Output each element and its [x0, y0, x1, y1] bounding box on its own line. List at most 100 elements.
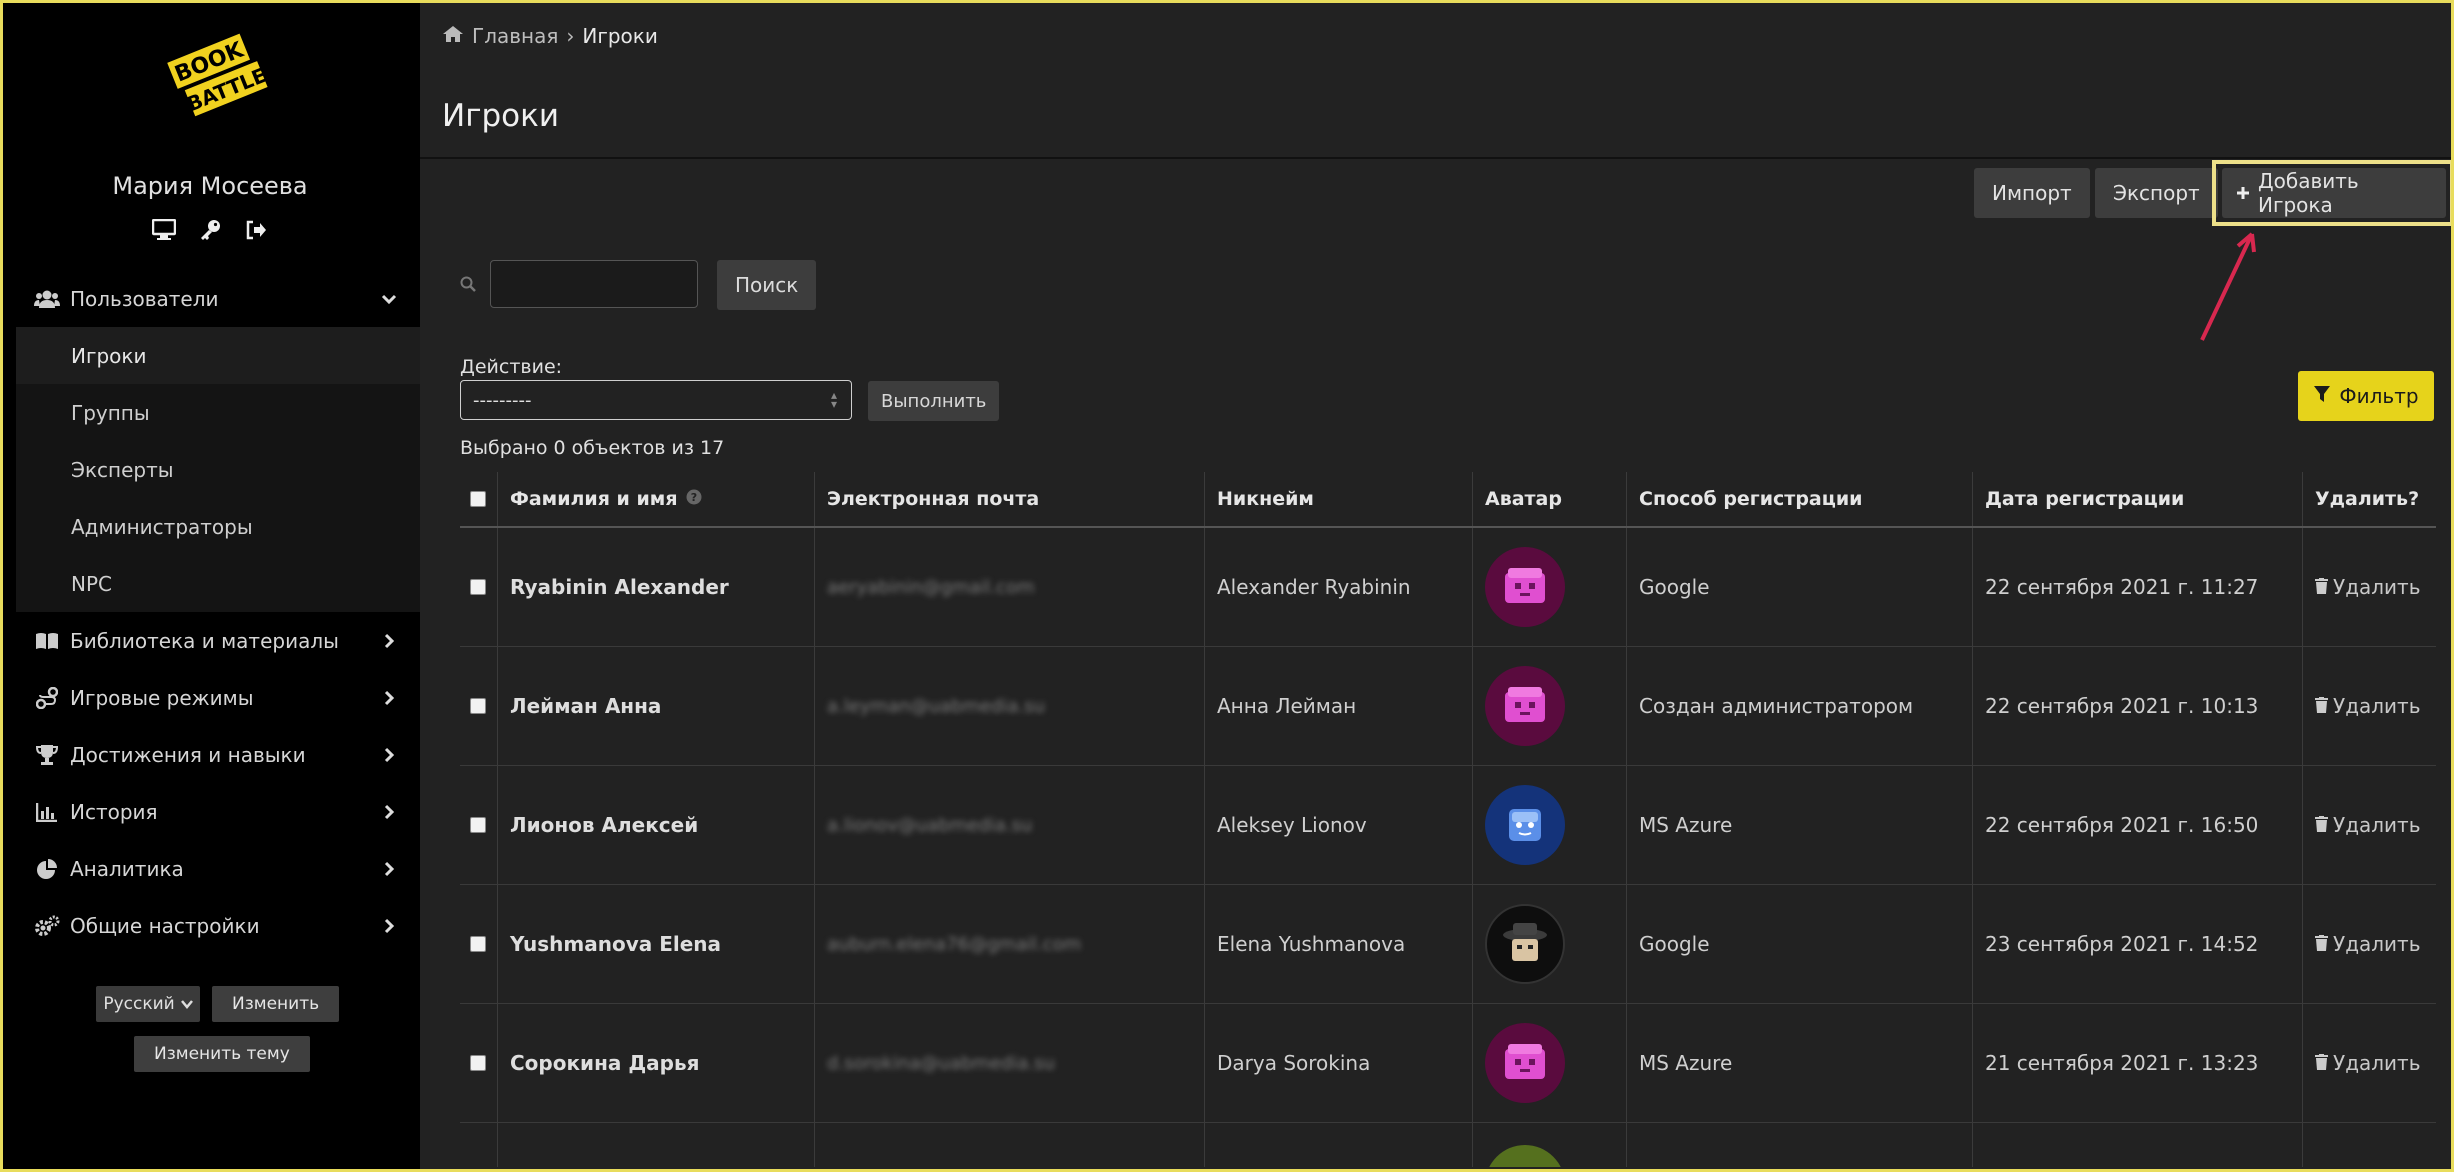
- sidebar-item-experts[interactable]: Эксперты: [16, 441, 420, 498]
- table-cell: [815, 1123, 1205, 1167]
- column-header-registration-method[interactable]: Способ регистрации: [1627, 472, 1973, 526]
- book-battle-logo[interactable]: BOOK BATTLE: [160, 32, 270, 122]
- chevron-down-icon: [380, 289, 398, 307]
- delete-link[interactable]: Удалить: [2315, 932, 2421, 956]
- sidebar-item-label: Аналитика: [70, 856, 184, 881]
- language-row: Русский Изменить: [96, 986, 340, 1022]
- player-nickname: Alexander Ryabinin: [1205, 528, 1473, 646]
- email-cell: aeryabinin@gmail.com: [815, 528, 1205, 646]
- registration-date: 22 сентября 2021 г. 11:27: [1973, 528, 2303, 646]
- row-select-cell: [460, 1004, 498, 1122]
- player-nickname: Elena Yushmanova: [1205, 885, 1473, 1003]
- search-input[interactable]: [490, 260, 698, 308]
- sidebar-item-library[interactable]: Библиотека и материалы: [16, 612, 420, 669]
- search-icon: [460, 276, 476, 292]
- player-name-link[interactable]: Сорокина Дарья: [498, 1004, 815, 1122]
- search-button[interactable]: Поиск: [717, 260, 817, 310]
- avatar: [1485, 1023, 1565, 1103]
- user-name: Мария Мосеева: [112, 172, 308, 200]
- row-checkbox[interactable]: [470, 936, 486, 952]
- pie-chart-icon: [34, 858, 60, 880]
- delete-link[interactable]: Удалить: [2315, 575, 2421, 599]
- sidebar-item-players[interactable]: Игроки: [16, 327, 420, 384]
- sidebar-item-achievements[interactable]: Достижения и навыки: [16, 726, 420, 783]
- row-checkbox[interactable]: [470, 817, 486, 833]
- breadcrumb-home-link[interactable]: Главная: [472, 24, 558, 48]
- trash-icon: [2315, 575, 2328, 599]
- delete-label: Удалить: [2333, 575, 2421, 599]
- column-header-nickname[interactable]: Никнейм: [1205, 472, 1473, 526]
- player-name-link[interactable]: Ryabinin Alexander: [498, 528, 815, 646]
- export-button[interactable]: Экспорт: [2095, 168, 2218, 218]
- row-checkbox[interactable]: [470, 698, 486, 714]
- avatar: [1485, 904, 1565, 984]
- delete-link[interactable]: Удалить: [2315, 813, 2421, 837]
- sign-out-icon[interactable]: [244, 218, 268, 242]
- sidebar-item-game-modes[interactable]: Игровые режимы: [16, 669, 420, 726]
- chevron-down-icon: [180, 994, 193, 1014]
- avatar: [1485, 547, 1565, 627]
- sidebar-item-general-settings[interactable]: Общие настройки: [16, 897, 420, 954]
- delete-link[interactable]: Удалить: [2315, 694, 2421, 718]
- import-button[interactable]: Импорт: [1974, 168, 2090, 218]
- sidebar-item-analytics[interactable]: Аналитика: [16, 840, 420, 897]
- select-all-checkbox[interactable]: [470, 491, 486, 507]
- change-theme-button[interactable]: Изменить тему: [134, 1036, 310, 1072]
- delete-label: Удалить: [2333, 932, 2421, 956]
- table-header: Фамилия и имя ? Электронная почта Никней…: [460, 472, 2436, 528]
- delete-cell: Удалить: [2303, 885, 2436, 1003]
- chevron-right-icon: [380, 631, 398, 649]
- row-checkbox[interactable]: [470, 1055, 486, 1071]
- monitor-icon[interactable]: [152, 218, 176, 242]
- delete-cell: Удалить: [2303, 647, 2436, 765]
- delete-label: Удалить: [2333, 1051, 2421, 1075]
- players-table: Фамилия и имя ? Электронная почта Никней…: [460, 472, 2436, 1167]
- avatar-cell: [1473, 528, 1627, 646]
- row-checkbox[interactable]: [470, 579, 486, 595]
- column-header-registration-date[interactable]: Дата регистрации: [1973, 472, 2303, 526]
- trash-icon: [2315, 813, 2328, 837]
- sidebar-item-groups[interactable]: Группы: [16, 384, 420, 441]
- chevron-right-icon: [380, 802, 398, 820]
- avatar: [1485, 1145, 1565, 1167]
- column-header-name[interactable]: Фамилия и имя ?: [498, 472, 815, 526]
- language-value: Русский: [103, 994, 175, 1014]
- trophy-icon: [34, 744, 60, 766]
- filter-label: Фильтр: [2339, 384, 2419, 408]
- chevron-right-icon: [380, 745, 398, 763]
- player-name-link[interactable]: Yushmanova Elena: [498, 885, 815, 1003]
- delete-cell: Удалить: [2303, 528, 2436, 646]
- key-icon[interactable]: [198, 218, 222, 242]
- column-header-email[interactable]: Электронная почта: [815, 472, 1205, 526]
- divider: [420, 157, 2454, 159]
- filter-button[interactable]: Фильтр: [2298, 371, 2434, 421]
- change-language-button[interactable]: Изменить: [212, 986, 340, 1022]
- language-select[interactable]: Русский: [96, 986, 200, 1022]
- sidebar-item-npc[interactable]: NPC: [16, 555, 420, 612]
- row-select-cell: [460, 1123, 498, 1167]
- action-label: Действие:: [460, 356, 563, 378]
- delete-label: Удалить: [2333, 813, 2421, 837]
- sidebar-item-administrators[interactable]: Администраторы: [16, 498, 420, 555]
- registration-method: MS Azure: [1627, 1004, 1973, 1122]
- sidebar-item-label: Библиотека и материалы: [70, 628, 339, 653]
- selection-counter: Выбрано 0 объектов из 17: [460, 437, 725, 459]
- player-name-link[interactable]: Лейман Анна: [498, 647, 815, 765]
- help-icon[interactable]: ?: [686, 488, 702, 510]
- run-action-button[interactable]: Выполнить: [868, 381, 1000, 421]
- chevron-right-icon: [380, 916, 398, 934]
- sidebar-item-users[interactable]: Пользователи: [16, 270, 420, 327]
- player-nickname: Darya Sorokina: [1205, 1004, 1473, 1122]
- player-name-link[interactable]: Лионов Алексей: [498, 766, 815, 884]
- avatar-cell: [1473, 766, 1627, 884]
- sidebar-item-label: Достижения и навыки: [70, 742, 306, 767]
- chart-icon: [34, 801, 60, 823]
- trash-icon: [2315, 932, 2328, 956]
- sidebar-item-history[interactable]: История: [16, 783, 420, 840]
- user-icon-bar: [0, 218, 420, 242]
- trash-icon: [2315, 1051, 2328, 1075]
- home-icon[interactable]: [442, 24, 464, 48]
- table-row: Сорокина Дарья d.sorokina@uabmedia.su Da…: [460, 1004, 2436, 1123]
- action-select[interactable]: --------- ▴ ▾: [460, 380, 852, 420]
- delete-link[interactable]: Удалить: [2315, 1051, 2421, 1075]
